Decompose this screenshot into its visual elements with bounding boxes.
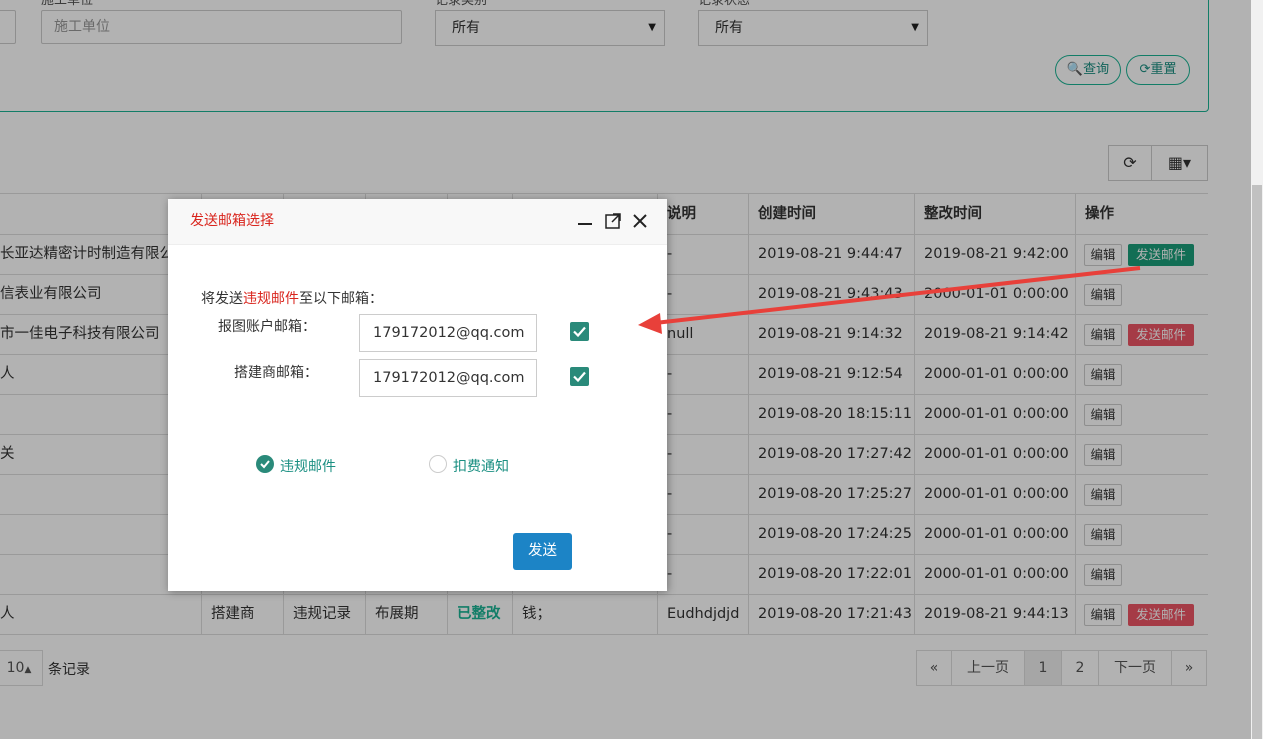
arrow-head [638, 313, 662, 334]
arrow-shaft [654, 266, 1141, 325]
annotation-arrow [638, 266, 1141, 334]
